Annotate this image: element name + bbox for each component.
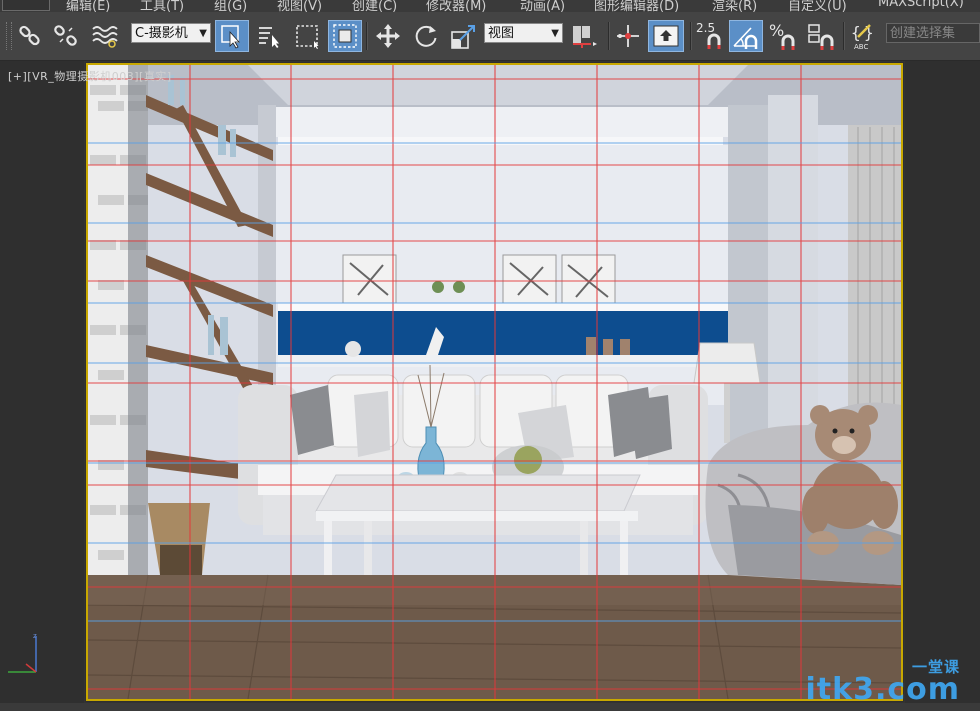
scale-icon (451, 25, 475, 49)
unlink-selection-button[interactable] (50, 20, 82, 52)
select-arrow-icon (221, 25, 240, 49)
menu-tools[interactable]: 工具(T) (140, 0, 184, 12)
move-icon (376, 24, 400, 48)
crossing-icon (333, 24, 357, 48)
toolbar-separator (608, 22, 610, 50)
window-crossing-button[interactable] (328, 20, 362, 52)
named-selection-icon: {}ABC (851, 23, 874, 51)
percent-symbol: % (769, 22, 784, 40)
unlink-icon (54, 25, 77, 46)
menu-bar: 编辑(E) 工具(T) 组(G) 视图(V) 创建(C) 修改器(M) 动画(A… (0, 0, 980, 12)
toolbar-separator (690, 22, 692, 50)
percent-snap-icon: % (769, 22, 795, 50)
rotate-icon (415, 25, 437, 47)
main-toolbar: C-摄影机 ▼ 视图 ▼ 2.5 % {} ABC 创建选择集 (0, 12, 980, 61)
viewport-label[interactable]: [+][VR_物理摄影机003][真实] (8, 68, 172, 84)
manipulate-icon (617, 25, 639, 47)
select-and-rotate-button[interactable] (409, 20, 443, 52)
svg-text:ABC: ABC (854, 43, 868, 51)
reference-coordinate-value: 视图 (488, 26, 515, 41)
select-object-button[interactable] (215, 20, 249, 52)
watermark-logo: 一堂课 itk3.com (805, 658, 961, 707)
menu-app-button[interactable] (2, 0, 50, 11)
list-icon (259, 27, 279, 48)
snaps-toggle-button[interactable]: 2.5 (694, 20, 728, 52)
toolbar-separator (843, 22, 845, 50)
menu-rendering[interactable]: 渲染(R) (712, 0, 757, 12)
spinner-snap-toggle-button[interactable] (804, 20, 838, 52)
angle-snap-icon (733, 27, 758, 49)
watermark-cn-text: 一堂课 (911, 658, 960, 676)
percent-snap-toggle-button[interactable]: % (766, 20, 800, 52)
svg-text:z: z (33, 632, 37, 640)
svg-text:{: { (851, 23, 861, 42)
named-selection-placeholder: 创建选择集 (890, 26, 956, 41)
select-and-link-button[interactable] (14, 20, 46, 52)
menu-views[interactable]: 视图(V) (277, 0, 322, 12)
snap-magnet-icon: 2.5 (696, 21, 721, 49)
menu-animation[interactable]: 动画(A) (520, 0, 565, 12)
rectangular-selection-button[interactable] (290, 20, 324, 52)
link-icon (19, 25, 40, 46)
chevron-down-icon: ▼ (199, 28, 207, 39)
camera-view-render[interactable] (86, 63, 903, 701)
angle-snap-toggle-button[interactable] (729, 20, 763, 52)
select-and-scale-button[interactable] (447, 20, 481, 52)
living-room-scene (88, 65, 901, 699)
chevron-down-icon: ▼ (551, 28, 559, 39)
bind-to-space-warp-button[interactable] (88, 20, 122, 52)
menu-group[interactable]: 组(G) (214, 0, 247, 12)
menu-maxscript[interactable]: MAXScript(X) (878, 0, 964, 10)
watermark-domain-text: itk3.com (805, 672, 960, 707)
toolbar-separator (366, 22, 368, 50)
snap-value: 2.5 (696, 21, 715, 35)
pivot-center-icon (573, 26, 597, 48)
select-by-name-button[interactable] (252, 20, 286, 52)
axis-gizmo-icon: z (8, 632, 37, 673)
reference-coordinate-dropdown[interactable]: 视图 ▼ (484, 23, 563, 43)
menu-modifiers[interactable]: 修改器(M) (426, 0, 486, 12)
keyboard-shortcut-override-button[interactable] (648, 20, 684, 52)
toolbar-grip[interactable] (6, 22, 12, 50)
menu-create[interactable]: 创建(C) (352, 0, 397, 12)
menu-graph-editors[interactable]: 图形编辑器(D) (594, 0, 679, 12)
named-selection-set-input[interactable]: 创建选择集 (886, 23, 980, 43)
menu-customize[interactable]: 自定义(U) (788, 0, 847, 12)
spinner-snap-icon (808, 24, 834, 50)
edit-named-selection-button[interactable]: {} ABC (848, 20, 882, 52)
menu-edit[interactable]: 编辑(E) (66, 0, 110, 12)
select-and-move-button[interactable] (371, 20, 405, 52)
keyboard-override-icon (653, 25, 679, 47)
selection-filter-dropdown[interactable]: C-摄影机 ▼ (131, 23, 211, 43)
select-and-manipulate-button[interactable] (612, 20, 644, 52)
axis-tripod: z (4, 632, 44, 680)
use-pivot-center-button[interactable] (566, 20, 602, 52)
selection-filter-value: C-摄影机 (135, 26, 188, 41)
space-warp-icon (92, 26, 118, 48)
rect-selection-icon (296, 25, 319, 49)
